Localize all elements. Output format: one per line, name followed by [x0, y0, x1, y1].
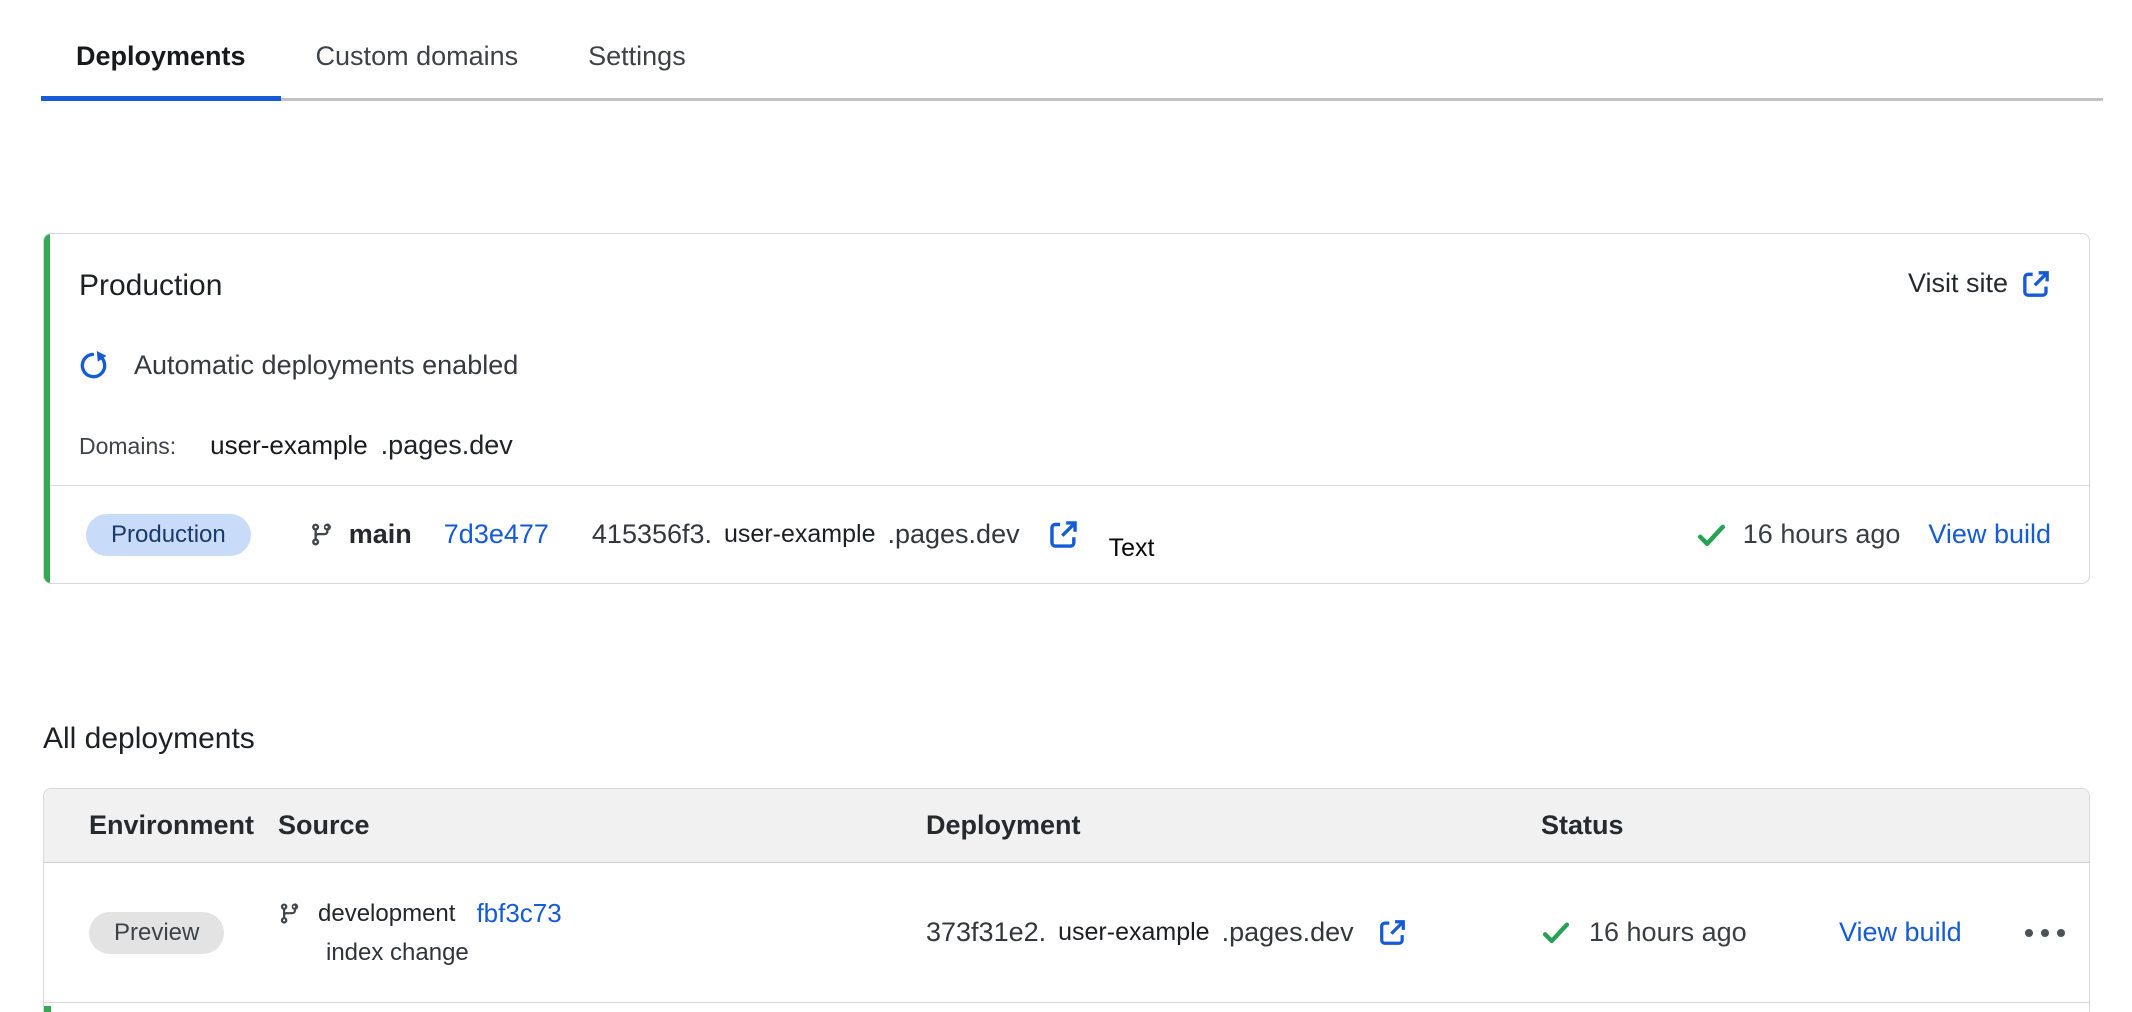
commit-link[interactable]: 7d3e477: [444, 519, 549, 550]
deployment-suffix: .pages.dev: [1222, 917, 1354, 948]
table-row: Preview development fbf3c73 index change: [44, 863, 2089, 1003]
column-header-status: Status: [1541, 810, 1839, 841]
domain-suffix: .pages.dev: [381, 430, 513, 461]
visit-site-link[interactable]: Visit site: [1908, 268, 2051, 299]
column-header-environment: Environment: [89, 810, 278, 841]
tab-bar: Deployments Custom domains Settings: [0, 0, 2132, 101]
production-card: Production Visit site: [43, 233, 2090, 584]
deployment-id: 373f31e2.: [926, 917, 1046, 948]
domain-name: user-example: [210, 430, 368, 461]
view-build-link[interactable]: View build: [1928, 519, 2051, 550]
deployment-external-link-icon[interactable]: [1048, 519, 1079, 550]
all-deployments-title: All deployments: [43, 722, 2132, 756]
deployment-suffix: .pages.dev: [887, 519, 1019, 550]
commit-link[interactable]: fbf3c73: [476, 898, 561, 929]
success-check-icon: [1541, 918, 1571, 947]
deployments-table: Environment Source Deployment Status Pre…: [43, 788, 2090, 1012]
deployments-page: Deployments Custom domains Settings Prod…: [0, 0, 2132, 1012]
deployment-id: 415356f3.: [592, 519, 712, 550]
git-branch-icon: [278, 902, 301, 925]
column-header-deployment: Deployment: [926, 810, 1541, 841]
deployment-domain: user-example: [1058, 918, 1209, 947]
next-row-accent-bar: [44, 1006, 51, 1012]
success-check-icon: [1696, 520, 1727, 550]
environment-badge: Preview: [89, 912, 224, 954]
tab-custom-domains[interactable]: Custom domains: [281, 30, 554, 101]
commit-message: index change: [326, 939, 926, 967]
tab-deployments[interactable]: Deployments: [41, 30, 281, 101]
visit-site-label: Visit site: [1908, 268, 2008, 299]
column-header-source: Source: [278, 810, 926, 841]
environment-badge: Production: [86, 514, 251, 556]
deployment-time: 16 hours ago: [1589, 917, 1747, 948]
row-menu-button[interactable]: [2023, 923, 2067, 943]
branch-name: main: [349, 519, 412, 550]
tab-settings[interactable]: Settings: [553, 30, 721, 101]
note-text: Text: [1109, 534, 1155, 563]
deployment-domain: user-example: [724, 520, 875, 549]
domains-label: Domains:: [79, 433, 176, 460]
refresh-icon: [79, 351, 108, 380]
production-card-title: Production: [79, 268, 222, 304]
deployment-external-link-icon[interactable]: [1378, 918, 1407, 947]
branch-name: development: [318, 900, 455, 928]
next-row-partial: [44, 1003, 2089, 1012]
table-header-row: Environment Source Deployment Status: [44, 789, 2089, 863]
deployment-time: 16 hours ago: [1743, 519, 1901, 550]
external-link-icon: [2021, 269, 2051, 299]
production-accent-bar: [44, 234, 50, 583]
view-build-link[interactable]: View build: [1839, 917, 1962, 948]
git-branch-icon: [309, 522, 334, 547]
production-deployment-row: Production main 7d3e477 415356f3. user-e…: [44, 486, 2089, 583]
automatic-deployments-text: Automatic deployments enabled: [134, 350, 518, 381]
